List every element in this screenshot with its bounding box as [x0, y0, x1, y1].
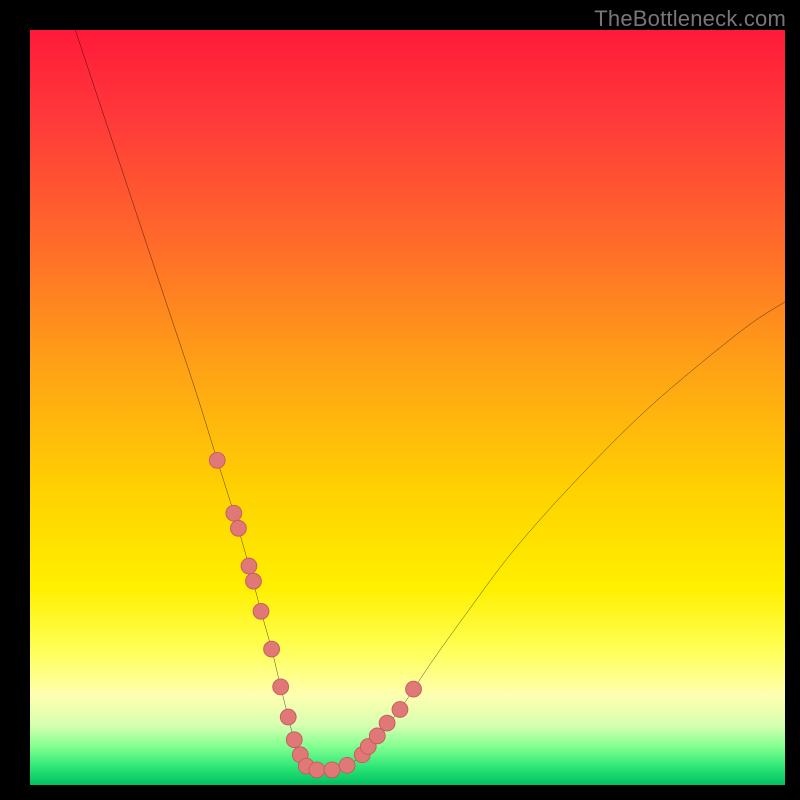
highlight-dot [273, 679, 289, 695]
highlight-dot [209, 452, 225, 468]
highlight-dot [264, 641, 280, 657]
watermark-text: TheBottleneck.com [594, 6, 786, 32]
chart-frame [30, 30, 785, 785]
highlight-dot [392, 702, 408, 718]
chart-svg [30, 30, 785, 785]
highlight-dot [241, 558, 257, 574]
highlight-dot [286, 732, 302, 748]
highlight-dot [369, 728, 385, 744]
highlight-dot [309, 762, 325, 778]
highlight-dot [246, 573, 262, 589]
bottleneck-curve [75, 30, 785, 770]
highlight-dot [324, 762, 340, 778]
highlight-dot [280, 709, 296, 725]
highlight-dots [209, 452, 421, 777]
highlight-dot [406, 681, 422, 697]
highlight-dot [339, 757, 355, 773]
highlight-dot [253, 603, 269, 619]
highlight-dot [226, 505, 242, 521]
highlight-dot [379, 715, 395, 731]
highlight-dot [230, 520, 246, 536]
